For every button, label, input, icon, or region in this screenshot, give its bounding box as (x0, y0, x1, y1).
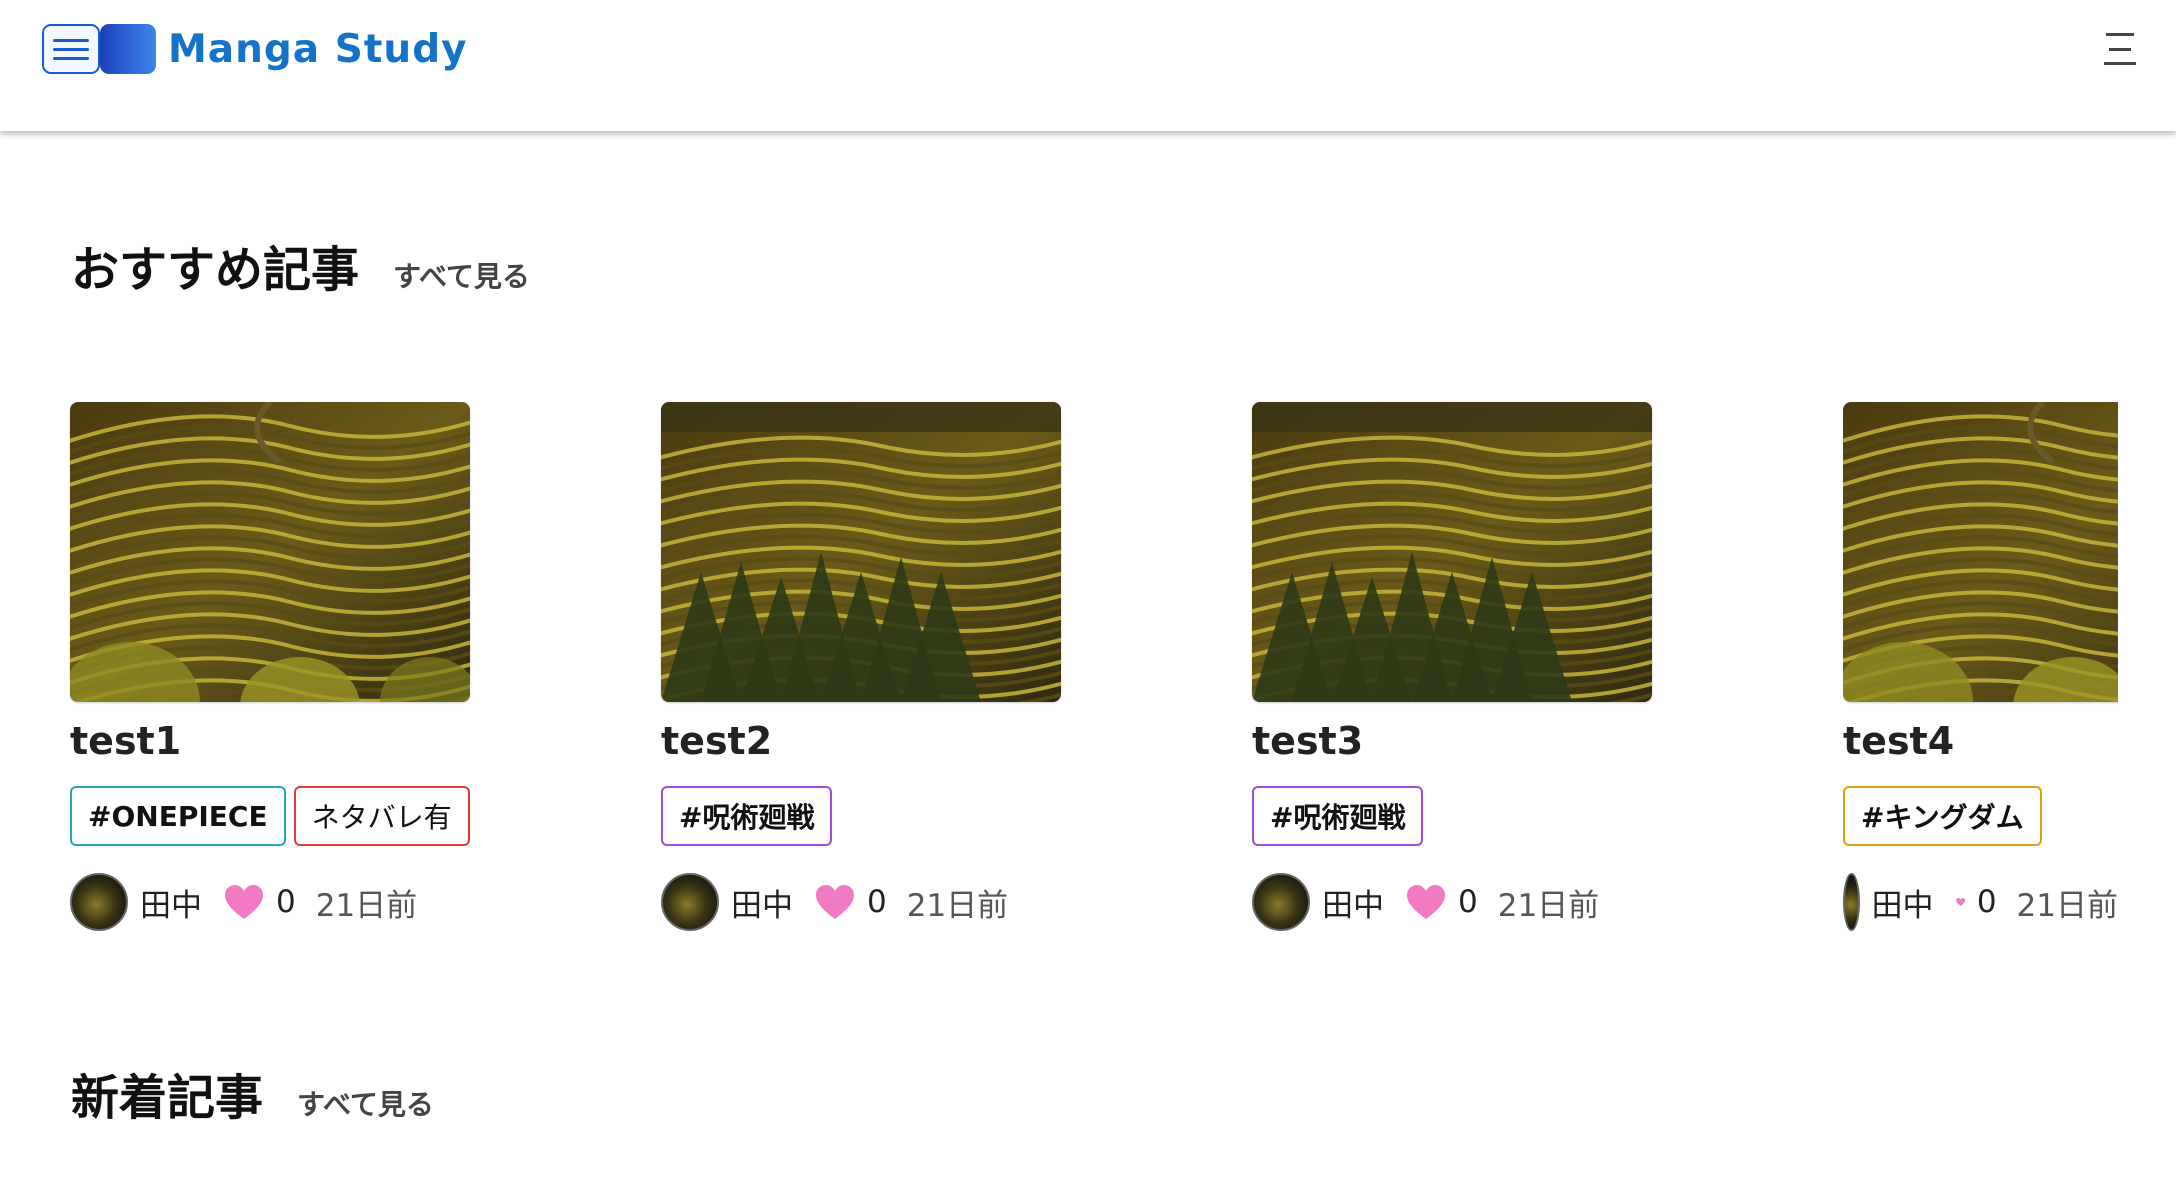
tag-chip[interactable]: #呪術廻戦 (1252, 786, 1424, 846)
site-header: Manga Study (0, 0, 2176, 131)
tag-list: #呪術廻戦 (1252, 786, 1672, 848)
vineyard-photo (661, 402, 1061, 702)
heart-icon[interactable] (815, 884, 855, 920)
post-date: 21日前 (1497, 887, 1600, 924)
heart-icon[interactable] (224, 884, 264, 920)
avatar[interactable] (1252, 873, 1310, 931)
heart-icon[interactable] (1955, 884, 1965, 920)
tag-list: #キングダム (1843, 786, 2118, 848)
logo-menu-icon (42, 24, 100, 74)
article-meta: 田中 0 21日前 (1843, 872, 2118, 932)
recommended-section-title: おすすめ記事 (71, 242, 360, 298)
author-name[interactable]: 田中 (140, 880, 202, 925)
article-card[interactable]: test2 #呪術廻戦田中 0 21日前 (661, 402, 1081, 932)
post-date: 21日前 (906, 887, 1009, 924)
article-card[interactable]: test1 #ONEPIECE ネタバレ有田中 0 21日前 (70, 402, 490, 932)
author-name[interactable]: 田中 (731, 880, 793, 925)
site-logo[interactable]: Manga Study (42, 24, 468, 74)
avatar[interactable] (70, 873, 128, 931)
post-date: 21日前 (2016, 887, 2118, 924)
article-card[interactable]: test3 #呪術廻戦田中 0 21日前 (1252, 402, 1672, 932)
article-title[interactable]: test3 (1252, 716, 1672, 766)
new-articles-section-title: 新着記事 (71, 1070, 264, 1126)
tag-chip[interactable]: ネタバレ有 (293, 786, 470, 846)
article-card[interactable]: test4 #キングダム田中 0 21日前 (1843, 402, 2118, 942)
vineyard-photo (70, 402, 470, 702)
tag-chip[interactable]: #キングダム (1843, 786, 2042, 846)
article-thumbnail[interactable] (70, 402, 470, 702)
article-meta: 田中 0 21日前 (70, 872, 490, 932)
like-count: 0 (1976, 884, 1997, 920)
recommended-see-all-link[interactable]: すべて見る (393, 255, 530, 295)
avatar[interactable] (661, 873, 719, 931)
recommended-card-list: test1 #ONEPIECE ネタバレ有 田中 0 21日前 test2 #呪術廻戦 田中 0 2… (0, 402, 2176, 942)
article-meta: 田中 0 21日前 (1252, 872, 1672, 932)
recommended-section-header: おすすめ記事 すべて見る (71, 230, 530, 300)
vineyard-photo (1843, 402, 2118, 702)
article-meta: 田中 0 21日前 (661, 872, 1081, 932)
hamburger-menu-icon[interactable] (2104, 33, 2136, 65)
article-thumbnail[interactable] (1843, 402, 2118, 702)
article-title[interactable]: test4 (1843, 716, 2118, 766)
author-name[interactable]: 田中 (1872, 880, 1934, 925)
like-count: 0 (276, 884, 296, 920)
heart-icon[interactable] (1406, 884, 1446, 920)
author-name[interactable]: 田中 (1322, 880, 1384, 925)
tag-list: #ONEPIECE ネタバレ有 (70, 786, 490, 848)
vineyard-photo (1252, 402, 1652, 702)
tag-list: #呪術廻戦 (661, 786, 1081, 848)
brand-name: Manga Study (168, 26, 468, 72)
article-thumbnail[interactable] (661, 402, 1061, 702)
new-articles-section-header: 新着記事 すべて見る (71, 1058, 434, 1128)
avatar[interactable] (1843, 873, 1860, 931)
article-thumbnail[interactable] (1252, 402, 1652, 702)
post-date: 21日前 (315, 887, 418, 924)
article-title[interactable]: test2 (661, 716, 1081, 766)
like-count: 0 (1458, 884, 1478, 920)
like-count: 0 (867, 884, 887, 920)
new-articles-see-all-link[interactable]: すべて見る (297, 1083, 434, 1123)
tag-chip[interactable]: #ONEPIECE (70, 786, 286, 846)
tag-chip[interactable]: #呪術廻戦 (661, 786, 833, 846)
logo-book-icon (100, 24, 156, 74)
article-title[interactable]: test1 (70, 716, 490, 766)
